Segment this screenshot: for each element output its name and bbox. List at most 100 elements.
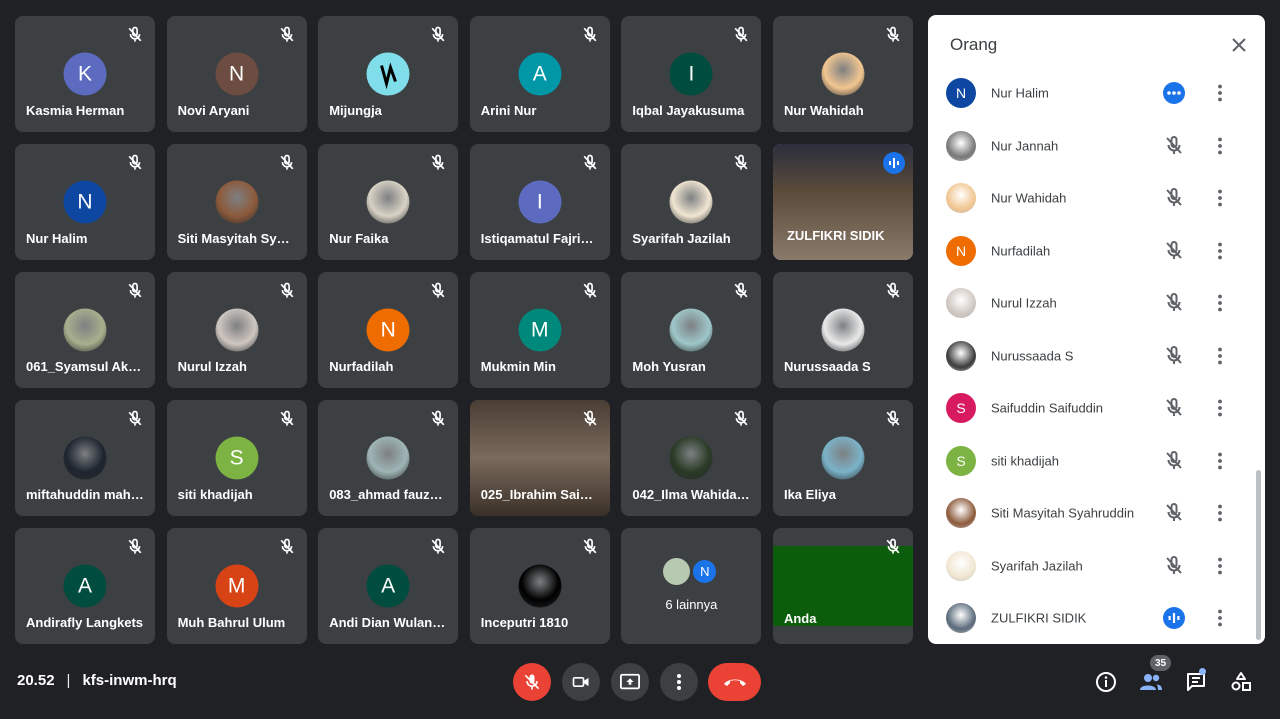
participant-row[interactable]: Nur Wahidah xyxy=(928,172,1258,225)
mic-off-icon xyxy=(734,154,748,170)
participant-tile[interactable]: Anda xyxy=(772,528,913,644)
participant-tile[interactable]: Nurussaada S xyxy=(772,272,913,388)
participant-row[interactable]: Ssiti khadijah xyxy=(928,435,1258,488)
participant-tile[interactable]: 083_ahmad fauz… xyxy=(318,400,459,516)
participant-tile[interactable]: A Andi Dian Wulan… xyxy=(318,528,459,644)
participant-tile[interactable]: N Nurfadilah xyxy=(318,272,459,388)
mic-off-icon xyxy=(431,410,445,426)
participant-row[interactable]: N Nur Halim xyxy=(928,67,1258,120)
more-vert-icon[interactable] xyxy=(1208,134,1232,158)
participant-tile[interactable]: Nur Wahidah xyxy=(772,16,913,132)
more-vert-icon[interactable] xyxy=(1208,501,1232,525)
activities-icon xyxy=(1231,672,1251,691)
participant-tile[interactable]: N Nur Halim xyxy=(15,144,155,260)
participant-tile[interactable]: A Arini Nur xyxy=(469,16,610,132)
people-button[interactable] xyxy=(1138,669,1164,695)
mic-off-icon xyxy=(886,410,900,426)
avatar: S xyxy=(215,436,259,480)
panel-scrollbar[interactable] xyxy=(1256,470,1261,640)
mic-off-icon xyxy=(734,410,748,426)
mic-off-icon xyxy=(1166,398,1182,417)
participant-row[interactable]: Syarifah Jazilah xyxy=(928,540,1258,593)
more-horiz-icon[interactable] xyxy=(1162,81,1186,105)
participant-row[interactable]: Siti Masyitah Syahruddin xyxy=(928,487,1258,540)
mic-off-icon xyxy=(583,410,597,426)
participant-tile[interactable]: K Kasmia Herman xyxy=(15,16,155,132)
participant-tile[interactable]: Nur Faika xyxy=(318,144,459,260)
camera-icon xyxy=(572,677,589,687)
participant-name: Anda xyxy=(783,611,817,626)
participant-tile[interactable]: Syarifah Jazilah xyxy=(621,144,762,260)
camera-toggle-button[interactable] xyxy=(562,663,600,701)
mic-off-icon xyxy=(280,26,294,42)
participant-row[interactable]: Nurussaada S xyxy=(928,330,1258,383)
participant-tile[interactable]: 061_Syamsul Akb… xyxy=(15,272,155,388)
participant-tile[interactable]: Ssiti khadijah xyxy=(166,400,307,516)
more-vert-icon[interactable] xyxy=(1208,449,1232,473)
participant-tile[interactable]: miftahuddin mah… xyxy=(15,400,155,516)
more-vert-icon[interactable] xyxy=(1208,291,1232,315)
present-screen-button[interactable] xyxy=(611,663,649,701)
participant-name: miftahuddin mah… xyxy=(26,487,144,502)
participant-tile[interactable]: I Istiqamatul Fajriy… xyxy=(469,144,610,260)
participant-row[interactable]: N Nurfadilah xyxy=(928,225,1258,278)
mic-off-icon xyxy=(583,26,597,42)
mic-off-icon xyxy=(1166,135,1182,154)
meeting-details-button[interactable] xyxy=(1093,669,1119,695)
avatar xyxy=(821,436,865,480)
mic-off-icon xyxy=(1166,555,1182,574)
participant-tile[interactable]: Inceputri 1810 xyxy=(469,528,610,644)
participant-row[interactable]: ZULFIKRI SIDIK xyxy=(928,592,1258,644)
avatar: A xyxy=(518,52,562,96)
participant-tile[interactable]: 025_Ibrahim Sai… xyxy=(469,400,610,516)
mic-off-icon xyxy=(280,282,294,298)
avatar xyxy=(946,498,976,529)
avatar xyxy=(663,558,691,585)
participant-name: Nurfadilah xyxy=(991,243,1051,259)
speaking-indicator-icon[interactable] xyxy=(1162,606,1186,630)
participant-tile[interactable]: N Novi Aryani xyxy=(166,16,307,132)
mic-off-icon xyxy=(128,282,142,298)
participant-name: siti khadijah xyxy=(177,487,253,502)
more-vert-icon xyxy=(677,674,681,690)
more-vert-icon[interactable] xyxy=(1208,606,1232,630)
more-vert-icon[interactable] xyxy=(1208,186,1232,210)
participant-count-badge: 35 xyxy=(1150,655,1171,671)
close-icon[interactable] xyxy=(1229,35,1249,55)
more-options-button[interactable] xyxy=(660,663,698,701)
participant-tile[interactable]: A Andirafly Langkets xyxy=(15,528,155,644)
more-vert-icon[interactable] xyxy=(1208,239,1232,263)
participant-tile[interactable]: Moh Yusran xyxy=(621,272,762,388)
avatar xyxy=(821,52,865,96)
participant-tile[interactable]: 042_Ilma Wahida… xyxy=(621,400,762,516)
mic-toggle-button[interactable] xyxy=(513,663,551,701)
participant-tile[interactable]: Nurul Izzah xyxy=(166,272,307,388)
avatar: M xyxy=(518,308,562,352)
mic-off-icon xyxy=(734,26,748,42)
participant-name: Nur Halim xyxy=(26,231,88,246)
avatar: N xyxy=(63,180,107,224)
more-vert-icon[interactable] xyxy=(1208,344,1232,368)
more-vert-icon[interactable] xyxy=(1208,396,1232,420)
participant-tile[interactable]: N 6 lainnya xyxy=(621,528,762,644)
participant-tile[interactable]: Ika Eliya xyxy=(772,400,913,516)
participant-tile[interactable]: Mijungja xyxy=(318,16,459,132)
participant-row[interactable]: S Saifuddin Saifuddin xyxy=(928,382,1258,435)
activities-button[interactable] xyxy=(1228,669,1254,695)
more-vert-icon[interactable] xyxy=(1208,81,1232,105)
participant-tile[interactable]: M Mukmin Min xyxy=(469,272,610,388)
participant-name: Nurul Izzah xyxy=(177,359,247,374)
mic-off-icon xyxy=(280,410,294,426)
more-vert-icon[interactable] xyxy=(1208,554,1232,578)
participant-name: Ika Eliya xyxy=(783,487,837,502)
avatar xyxy=(63,436,107,480)
participant-tile[interactable]: Siti Masyitah Sya… xyxy=(166,144,307,260)
participant-tile[interactable]: I Iqbal Jayakusuma xyxy=(621,16,762,132)
leave-call-button[interactable] xyxy=(708,663,761,701)
avatar xyxy=(63,308,107,352)
participant-tile[interactable]: M Muh Bahrul Ulum xyxy=(166,528,307,644)
participant-row[interactable]: Nurul Izzah xyxy=(928,277,1258,330)
participant-tile[interactable]: ZULFIKRI SIDIK xyxy=(772,144,913,260)
participant-row[interactable]: Nur Jannah xyxy=(928,120,1258,173)
participant-name: Nur Wahidah xyxy=(991,190,1067,206)
